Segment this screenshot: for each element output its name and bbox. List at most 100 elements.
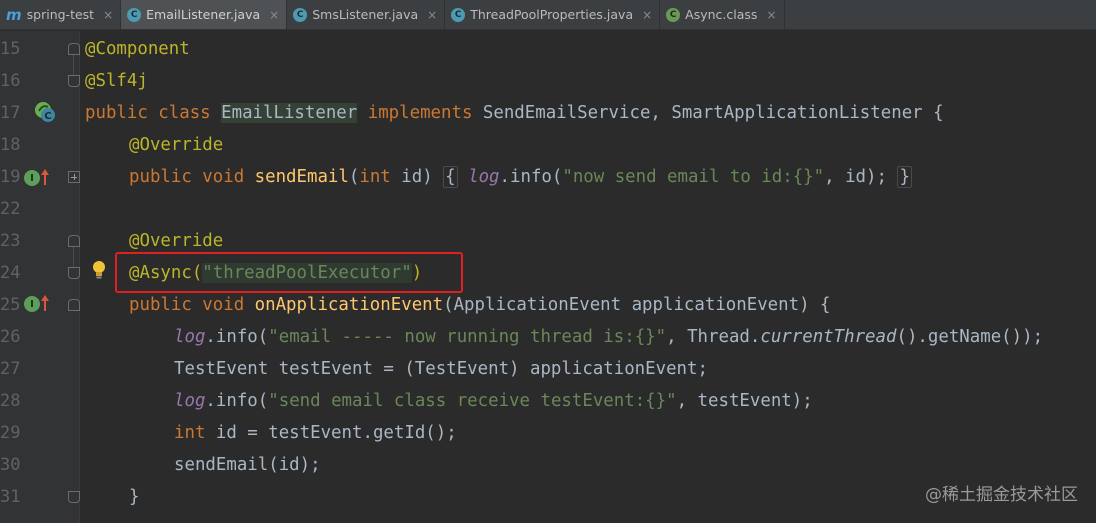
line-number: 30 [0, 455, 21, 475]
line-number: 27 [0, 359, 21, 379]
close-icon[interactable]: × [103, 8, 113, 22]
code-line-28: log.info("send email class receive testE… [174, 385, 813, 417]
java-class-icon: C [293, 7, 308, 22]
code-text: .info( [499, 167, 563, 187]
watermark: @稀土掘金技术社区 [925, 485, 1078, 505]
tab-async-class[interactable]: C Async.class × [660, 0, 785, 29]
code-text: SendEmailService, SmartApplicationListen… [482, 103, 944, 123]
code-line-25: public void onApplicationEvent(Applicati… [129, 289, 831, 321]
compiled-class-icon: C [666, 7, 681, 22]
keyword: public void [129, 167, 255, 187]
tab-label: Async.class [685, 7, 758, 22]
tab-label: ThreadPoolProperties.java [470, 7, 634, 22]
code-line-30: sendEmail(id); [174, 449, 321, 481]
code-text: (ApplicationEvent applicationEvent) { [443, 295, 831, 315]
code-text: id) [390, 167, 444, 187]
java-class-icon: C [451, 7, 466, 22]
code-text: TestEvent testEvent = (TestEvent) applic… [174, 359, 708, 379]
tab-thread-pool-properties[interactable]: C ThreadPoolProperties.java × [445, 0, 661, 29]
annotation: @Override [129, 135, 224, 155]
line-number: 16 [0, 71, 21, 91]
line-number: 17 [0, 103, 21, 123]
java-class-icon: C [127, 7, 142, 22]
close-icon[interactable]: × [427, 8, 437, 22]
fold-line [73, 55, 74, 77]
string-literal: "email ----- now running thread is:{}" [268, 327, 667, 347]
code-line-27: TestEvent testEvent = (TestEvent) applic… [174, 353, 708, 385]
line-number: 29 [0, 423, 21, 443]
annotation: @Slf4j [85, 71, 148, 91]
code-text: sendEmail(id); [174, 455, 321, 475]
tab-sms-listener[interactable]: C SmsListener.java × [287, 0, 446, 29]
code-text: ( [348, 167, 360, 187]
code-line-29: int id = testEvent.getId(); [174, 417, 457, 449]
keyword: int [359, 167, 391, 187]
code-line-15: @Component [85, 33, 190, 65]
module-icon: m [6, 5, 22, 24]
line-number: 15 [0, 39, 21, 59]
field-log: log [468, 167, 500, 187]
method-name: onApplicationEvent [254, 295, 444, 315]
tab-label: SmsListener.java [312, 7, 419, 22]
line-number: 31 [0, 487, 21, 507]
code-text: , id); [824, 167, 887, 187]
keyword: implements [357, 103, 483, 123]
fold-toggle[interactable] [68, 491, 80, 503]
close-icon[interactable]: × [642, 8, 652, 22]
annotation: @Override [129, 231, 224, 251]
tab-spring-test[interactable]: m spring-test × [0, 0, 122, 29]
fold-toggle[interactable] [68, 299, 80, 311]
line-number: 22 [0, 199, 21, 219]
code-line-26: log.info("email ----- now running thread… [174, 321, 1043, 353]
fold-toggle[interactable] [68, 43, 80, 55]
code-text: } [129, 487, 140, 507]
lightbulb-icon[interactable] [91, 260, 107, 280]
line-number: 18 [0, 135, 21, 155]
keyword: public void [129, 295, 255, 315]
fold-toggle[interactable] [68, 267, 80, 279]
keyword: public class [85, 103, 222, 123]
code-text: , testEvent); [676, 391, 813, 411]
arrow-up-icon[interactable] [40, 168, 50, 186]
tab-label: spring-test [26, 7, 95, 22]
folded-brace[interactable]: } [897, 166, 912, 188]
code-line-31: } [129, 481, 139, 513]
editor-gutter: 15 16 17 18 19 22 23 24 25 26 27 28 29 3… [0, 31, 80, 523]
fold-toggle[interactable] [68, 235, 80, 247]
class-name: EmailListener [221, 103, 358, 123]
static-method: currentThread [760, 327, 897, 347]
line-number: 23 [0, 231, 21, 251]
code-line-18: @Override [129, 129, 223, 161]
expand-fold-icon[interactable] [68, 171, 80, 183]
code-text: , Thread. [666, 327, 761, 347]
close-icon[interactable]: × [269, 8, 279, 22]
close-icon[interactable]: × [766, 8, 776, 22]
keyword: int [174, 423, 206, 443]
implements-method-icon[interactable]: I [24, 170, 40, 186]
code-line-16: @Slf4j [85, 65, 148, 97]
svg-text:C: C [44, 111, 51, 122]
method-name: sendEmail [254, 167, 349, 187]
arrow-up-icon[interactable] [40, 294, 50, 312]
fold-toggle[interactable] [68, 75, 80, 87]
string-literal: "now send email to id:{}" [562, 167, 825, 187]
code-text: .info( [205, 327, 269, 347]
line-number: 24 [0, 263, 21, 283]
string-literal: "send email class receive testEvent:{}" [268, 391, 677, 411]
code-line-19: public void sendEmail(int id) { log.info… [129, 161, 912, 193]
code-text: id = testEvent.getId(); [205, 423, 457, 443]
tab-email-listener[interactable]: C EmailListener.java × [121, 0, 288, 29]
tab-label: EmailListener.java [146, 7, 261, 22]
line-number: 25 [0, 295, 21, 315]
spring-bean-class-icon[interactable]: C [34, 101, 56, 123]
line-number: 19 [0, 167, 21, 187]
annotation: @Component [85, 39, 190, 59]
code-text: .info( [205, 391, 269, 411]
implements-method-icon[interactable]: I [24, 296, 40, 312]
field-log: log [174, 391, 206, 411]
code-line-17: public class EmailListener implements Se… [85, 97, 944, 129]
fold-line [73, 247, 74, 269]
line-number: 26 [0, 327, 21, 347]
folded-brace[interactable]: { [443, 166, 458, 188]
editor-tab-bar: m spring-test × C EmailListener.java × C… [0, 0, 1096, 30]
